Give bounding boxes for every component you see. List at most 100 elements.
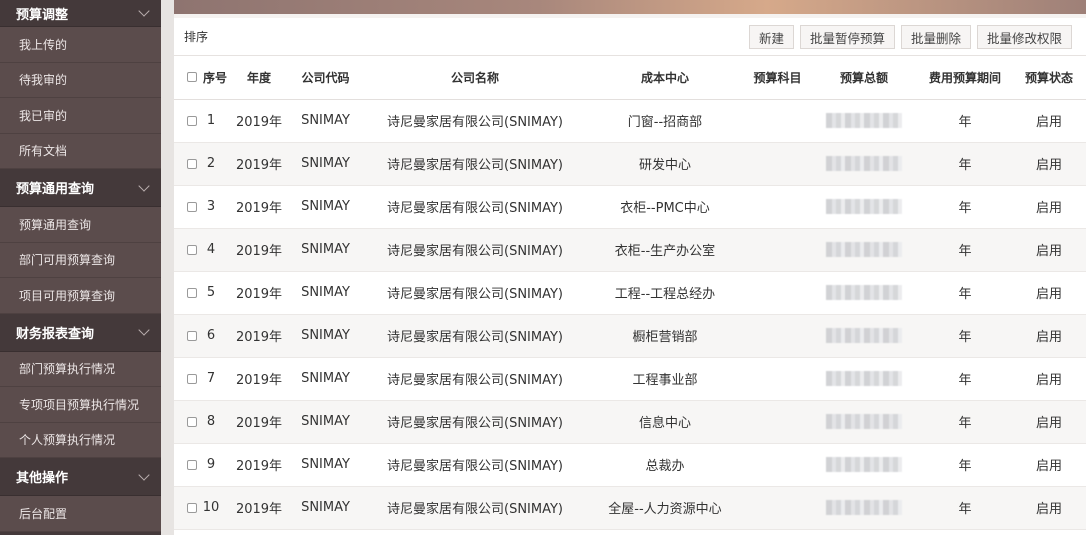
sidebar-group-2[interactable]: 财务报表查询 [0,313,161,352]
row-checkbox[interactable] [187,330,197,341]
table-row[interactable]: 6 2019年 SNIMAY 诗尼曼家居有限公司(SNIMAY) 橱柜营销部 年启用 [174,314,1086,358]
header-cost-center[interactable]: 成本中心 [585,56,745,100]
budget-period-cell: 年 [918,99,1012,143]
sidebar-item[interactable]: 所有文档 [0,134,161,169]
row-checkbox[interactable] [187,244,197,255]
sidebar-item[interactable]: 项目可用预算查询 [0,278,161,314]
chevron-down-icon[interactable] [138,468,150,481]
table-row[interactable]: 8 2019年 SNIMAY 诗尼曼家居有限公司(SNIMAY) 信息中心 年启用 [174,400,1086,444]
row-checkbox[interactable] [187,416,197,427]
gutter [161,0,174,535]
row-checkbox[interactable] [187,287,197,298]
sidebar-group-3[interactable]: 其他操作 [0,458,161,496]
chevron-down-icon[interactable] [138,179,150,192]
sidebar-group-1[interactable]: 预算通用查询 [0,169,161,207]
seq-cell: 1 [174,99,232,143]
table-body: 1 2019年 SNIMAY 诗尼曼家居有限公司(SNIMAY) 门窗--招商部年启用 2… [174,99,1086,530]
budget-period-cell: 年 [918,142,1012,186]
company-code-cell: SNIMAY [286,400,365,444]
table-header-row: 序号 年度 公司代码 公司名称 成本中心 预算科目 预算总额 费用预算期间 预算… [174,56,1086,100]
sidebar-group-0[interactable]: 预算调整 [0,0,161,27]
seq-cell: 3 [174,185,232,229]
company-name-cell: 诗尼曼家居有限公司(SNIMAY) [365,314,585,358]
row-number: 8 [206,414,216,429]
company-name-cell: 诗尼曼家居有限公司(SNIMAY) [365,99,585,143]
table-row[interactable]: 9 2019年 SNIMAY 诗尼曼家居有限公司(SNIMAY) 总裁办 年启用 [174,443,1086,487]
budget-subject-cell [745,99,810,143]
toolbar-buttons: 新建 批量暂停预算 批量删除 批量修改权限 [748,25,1072,49]
sidebar-footer [0,531,161,535]
chevron-down-icon[interactable] [138,5,150,17]
budget-period-cell: 年 [918,185,1012,229]
year-cell: 2019年 [232,486,286,530]
company-code-cell: SNIMAY [286,185,365,229]
budget-status-cell: 启用 [1012,486,1086,530]
table-row[interactable]: 10 2019年 SNIMAY 诗尼曼家居有限公司(SNIMAY) 全屋--人力资源中心… [174,486,1086,530]
sidebar-item[interactable]: 后台配置 [0,496,161,532]
seq-cell: 5 [174,271,232,315]
sidebar-group-title: 财务报表查询 [16,326,95,342]
budget-status-cell: 启用 [1012,99,1086,143]
budget-period-cell: 年 [918,228,1012,272]
sidebar-item[interactable]: 待我审的 [0,63,161,98]
row-checkbox[interactable] [187,201,197,212]
budget-subject-cell [745,185,810,229]
budget-subject-cell [745,228,810,272]
table-row[interactable]: 3 2019年 SNIMAY 诗尼曼家居有限公司(SNIMAY) 衣柜--PMC中心 年启… [174,185,1086,229]
chevron-down-icon[interactable] [138,324,150,336]
seq-cell: 8 [174,400,232,444]
company-code-cell: SNIMAY [286,271,365,315]
header-budget-status[interactable]: 预算状态 [1012,56,1086,100]
company-code-cell: SNIMAY [286,142,365,186]
row-checkbox[interactable] [187,373,197,384]
header-year[interactable]: 年度 [232,56,286,100]
header-budget-subject[interactable]: 预算科目 [745,56,810,100]
row-checkbox[interactable] [187,502,197,513]
budget-status-cell: 启用 [1012,185,1086,229]
row-number: 1 [206,113,216,128]
sidebar-item[interactable]: 预算通用查询 [0,207,161,243]
sidebar-item[interactable]: 部门可用预算查询 [0,243,161,278]
sidebar-group-title: 其他操作 [16,471,69,486]
year-cell: 2019年 [232,314,286,358]
redacted-amount [826,500,902,515]
row-number: 3 [206,199,216,214]
row-number: 7 [206,371,216,386]
seq-cell: 9 [174,443,232,487]
budget-period-cell: 年 [918,486,1012,530]
table-row[interactable]: 7 2019年 SNIMAY 诗尼曼家居有限公司(SNIMAY) 工程事业部 年启用 [174,357,1086,401]
row-checkbox[interactable] [187,115,197,126]
year-cell: 2019年 [232,400,286,444]
year-cell: 2019年 [232,357,286,401]
company-name-cell: 诗尼曼家居有限公司(SNIMAY) [365,271,585,315]
select-all-checkbox[interactable] [187,72,197,83]
sidebar-item[interactable]: 我已审的 [0,98,161,134]
new-button[interactable]: 新建 [748,25,794,49]
sidebar-item[interactable]: 我上传的 [0,27,161,63]
batch-delete-button[interactable]: 批量删除 [900,25,971,49]
sidebar-item[interactable]: 个人预算执行情况 [0,423,161,458]
table-row[interactable]: 2 2019年 SNIMAY 诗尼曼家居有限公司(SNIMAY) 研发中心 年启用 [174,142,1086,186]
row-checkbox[interactable] [187,158,197,169]
sidebar-item[interactable]: 专项项目预算执行情况 [0,387,161,423]
budget-total-cell [810,314,918,358]
table-row[interactable]: 4 2019年 SNIMAY 诗尼曼家居有限公司(SNIMAY) 衣柜--生产办公室 年启… [174,228,1086,272]
header-company-name[interactable]: 公司名称 [365,56,585,100]
header-budget-period[interactable]: 费用预算期间 [918,56,1012,100]
header-company-code[interactable]: 公司代码 [286,56,365,100]
batch-edit-permission-button[interactable]: 批量修改权限 [976,25,1072,49]
year-cell: 2019年 [232,142,286,186]
batch-pause-budget-button[interactable]: 批量暂停预算 [799,25,895,49]
sidebar-item[interactable]: 部门预算执行情况 [0,352,161,387]
table-row[interactable]: 1 2019年 SNIMAY 诗尼曼家居有限公司(SNIMAY) 门窗--招商部 年启用 [174,99,1086,143]
budget-table: 序号 年度 公司代码 公司名称 成本中心 预算科目 预算总额 费用预算期间 预算… [174,56,1086,530]
budget-total-cell [810,99,918,143]
budget-total-cell [810,400,918,444]
budget-status-cell: 启用 [1012,443,1086,487]
header-budget-total[interactable]: 预算总额 [810,56,918,100]
table-row[interactable]: 5 2019年 SNIMAY 诗尼曼家居有限公司(SNIMAY) 工程--工程总经办 年启… [174,271,1086,315]
row-checkbox[interactable] [187,459,197,470]
year-cell: 2019年 [232,228,286,272]
header-seq: 序号 [174,56,232,100]
sort-label[interactable]: 排序 [184,28,208,45]
